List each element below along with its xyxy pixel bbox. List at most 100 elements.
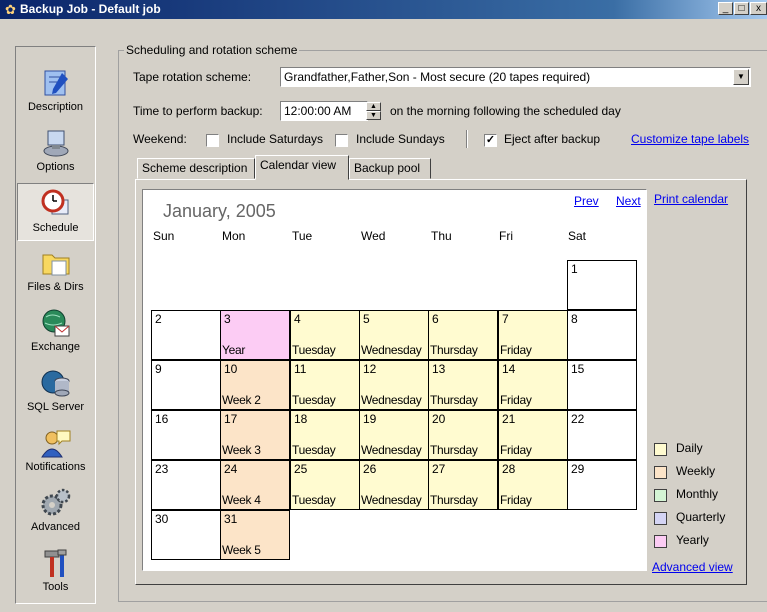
legend-label: Quarterly	[676, 510, 726, 524]
calendar-day-number: 16	[155, 412, 169, 426]
calendar-day-tape-label: Wednesday	[361, 343, 422, 357]
eject-after-backup-label[interactable]: Eject after backup	[504, 132, 600, 146]
print-calendar-link[interactable]: Print calendar	[654, 192, 728, 206]
calendar-day-cell[interactable]: 30	[151, 510, 221, 560]
calendar-day-cell[interactable]: 7 Friday	[498, 310, 568, 360]
time-spinner[interactable]: ▲ ▼	[366, 102, 381, 120]
gear-icon: ✿	[5, 2, 16, 17]
notepad-icon	[44, 70, 68, 96]
calendar-day-cell[interactable]: 26 Wednesday	[359, 460, 429, 510]
day-header-wed: Wed	[361, 229, 386, 243]
calendar-day-cell[interactable]: 23	[151, 460, 221, 510]
calendar-day-cell[interactable]: 27 Thursday	[428, 460, 498, 510]
calendar-day-number: 1	[571, 262, 578, 276]
calendar-day-cell[interactable]: 8	[567, 310, 637, 360]
calendar-month: January, 2005	[163, 201, 276, 221]
calendar-day-number: 5	[363, 312, 370, 326]
spin-up-icon[interactable]: ▲	[366, 102, 381, 111]
calendar-day-cell[interactable]: 18 Tuesday	[290, 410, 360, 460]
sidebar-item-description[interactable]: Description	[17, 63, 94, 121]
calendar-day-number: 20	[432, 412, 446, 426]
calendar-day-cell[interactable]: 19 Wednesday	[359, 410, 429, 460]
calendar-day-cell[interactable]: 5 Wednesday	[359, 310, 429, 360]
calendar-day-cell[interactable]: 2	[151, 310, 221, 360]
calendar-day-cell[interactable]: 21 Friday	[498, 410, 568, 460]
calendar-day-cell[interactable]: 22	[567, 410, 637, 460]
calendar-day-number: 14	[502, 362, 516, 376]
calendar-day-cell[interactable]: 6 Thursday	[428, 310, 498, 360]
include-sundays-checkbox[interactable]	[335, 134, 348, 147]
chevron-down-icon[interactable]: ▼	[733, 69, 749, 85]
calendar-day-cell[interactable]: 28 Friday	[498, 460, 568, 510]
maximize-button[interactable]: □	[734, 2, 749, 15]
calendar-day-cell[interactable]: 10 Week 2	[220, 360, 290, 410]
prev-month-link[interactable]: Prev	[574, 194, 599, 208]
include-sundays-label[interactable]: Include Sundays	[356, 132, 445, 146]
calendar-day-number: 25	[294, 462, 308, 476]
sidebar-item-files-dirs[interactable]: Files & Dirs	[17, 243, 94, 301]
tab-calendar-view[interactable]: Calendar view	[255, 155, 349, 180]
legend-label: Yearly	[676, 533, 709, 547]
calendar-day-number: 13	[432, 362, 446, 376]
tab-scheme-description[interactable]: Scheme description	[137, 158, 255, 179]
calendar-day-number: 4	[294, 312, 301, 326]
calendar-day-number: 15	[571, 362, 585, 376]
globe-mail-icon	[42, 309, 69, 337]
include-saturdays-checkbox[interactable]	[206, 134, 219, 147]
calendar-day-cell[interactable]: 12 Wednesday	[359, 360, 429, 410]
calendar-day-cell[interactable]: 20 Thursday	[428, 410, 498, 460]
sidebar-item-options[interactable]: Options	[17, 123, 94, 181]
sidebar-item-schedule[interactable]: Schedule	[17, 183, 94, 241]
legend-swatch	[654, 512, 667, 525]
calendar-day-cell[interactable]: 24 Week 4	[220, 460, 290, 510]
calendar-day-number: 3	[224, 312, 231, 326]
sidebar-item-sql-server[interactable]: SQL Server	[17, 363, 94, 421]
calendar-day-cell[interactable]: 16	[151, 410, 221, 460]
legend-swatch	[654, 466, 667, 479]
close-button[interactable]: x	[750, 2, 767, 15]
minimize-button[interactable]: _	[718, 2, 733, 15]
calendar-day-cell[interactable]: 3 Year	[220, 310, 290, 360]
calendar-day-number: 21	[502, 412, 516, 426]
calendar-day-cell[interactable]: 15	[567, 360, 637, 410]
calendar-day-cell[interactable]: 4 Tuesday	[290, 310, 360, 360]
calendar-day-cell[interactable]: 9	[151, 360, 221, 410]
sidebar-item-exchange[interactable]: Exchange	[17, 303, 94, 361]
calendar-day-number: 24	[224, 462, 238, 476]
calendar-day-number: 27	[432, 462, 446, 476]
title-bar: ✿ Backup Job - Default job _ □ x	[0, 0, 767, 19]
calendar-day-cell[interactable]: 14 Friday	[498, 360, 568, 410]
calendar-day-cell[interactable]: 29	[567, 460, 637, 510]
day-header-tue: Tue	[292, 229, 313, 243]
spin-down-icon[interactable]: ▼	[366, 111, 381, 120]
calendar-day-number: 26	[363, 462, 377, 476]
eject-after-backup-checkbox[interactable]: ✓	[484, 134, 497, 147]
calendar-day-cell[interactable]: 31 Week 5	[220, 510, 290, 560]
time-input[interactable]: 12:00:00 AM	[280, 101, 368, 121]
advanced-view-link[interactable]: Advanced view	[652, 560, 733, 574]
sidebar-item-label: Schedule	[32, 222, 79, 234]
tab-backup-pool[interactable]: Backup pool	[349, 158, 431, 179]
sidebar-item-label: Notifications	[25, 461, 86, 473]
sidebar-item-advanced[interactable]: Advanced	[17, 483, 94, 541]
rotation-scheme-select[interactable]: Grandfather,Father,Son - Most secure (20…	[280, 67, 751, 87]
calendar-day-cell[interactable]: 1	[567, 260, 637, 310]
legend-label: Weekly	[676, 464, 716, 478]
calendar-day-tape-label: Wednesday	[361, 443, 422, 457]
sidebar-item-notifications[interactable]: Notifications	[17, 423, 94, 481]
calendar-day-number: 22	[571, 412, 585, 426]
calendar-day-cell[interactable]: 25 Tuesday	[290, 460, 360, 510]
calendar-day-cell[interactable]: 13 Thursday	[428, 360, 498, 410]
window-title: Backup Job - Default job	[20, 2, 161, 16]
include-saturdays-label[interactable]: Include Saturdays	[227, 132, 323, 146]
calendar-day-cell[interactable]: 17 Week 3	[220, 410, 290, 460]
calendar-day-number: 12	[363, 362, 377, 376]
legend-label: Daily	[676, 441, 703, 455]
customize-tape-labels-link[interactable]: Customize tape labels	[631, 132, 749, 146]
calendar-day-cell[interactable]: 11 Tuesday	[290, 360, 360, 410]
sidebar-item-label: Options	[36, 161, 75, 173]
sidebar-item-tools[interactable]: Tools	[17, 543, 94, 601]
sidebar-item-label: Tools	[42, 581, 69, 593]
next-month-link[interactable]: Next	[616, 194, 641, 208]
calendar-day-tape-label: Wednesday	[361, 493, 422, 507]
